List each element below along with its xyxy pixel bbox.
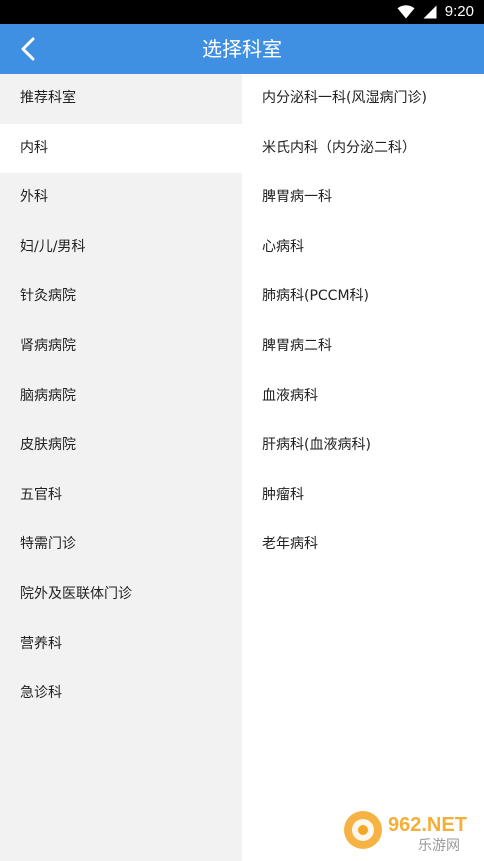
department-list: 内分泌科一科(风湿病门诊) 米氏内科（内分泌二科） 脾胃病一科 心病科 肺病科(PCCM… [242,74,484,861]
wifi-icon [397,5,415,19]
department-item[interactable]: 米氏内科（内分泌二科） [242,124,484,174]
watermark-logo: 962.NET 乐游网 [342,805,476,855]
status-icons: 9:20 [397,0,474,24]
status-bar: 9:20 [0,0,484,24]
department-item[interactable]: 肺病科(PCCM科) [242,272,484,322]
sidebar-item[interactable]: 五官科 [0,471,242,521]
content: 推荐科室 内科 外科 妇/儿/男科 针灸病院 肾病病院 脑病病院 皮肤病院 五官科 特需门诊 院外及… [0,74,484,861]
department-item[interactable]: 脾胃病一科 [242,173,484,223]
sidebar-item[interactable]: 外科 [0,173,242,223]
sidebar-item[interactable]: 推荐科室 [0,74,242,124]
department-item[interactable]: 老年病科 [242,520,484,570]
sidebar-item[interactable]: 营养科 [0,620,242,670]
sidebar-item[interactable]: 皮肤病院 [0,421,242,471]
sidebar-item[interactable]: 肾病病院 [0,322,242,372]
app-bar: 选择科室 [0,24,484,74]
sidebar-item[interactable]: 针灸病院 [0,272,242,322]
sidebar-item[interactable]: 脑病病院 [0,372,242,422]
department-item[interactable]: 内分泌科一科(风湿病门诊) [242,74,484,124]
department-item[interactable]: 脾胃病二科 [242,322,484,372]
chevron-left-icon [20,37,36,61]
page-title: 选择科室 [202,37,282,61]
back-button[interactable] [6,24,50,74]
sidebar-item[interactable]: 急诊科 [0,669,242,719]
sidebar-item[interactable]: 特需门诊 [0,520,242,570]
signal-icon [423,5,437,19]
status-time: 9:20 [444,3,474,20]
sidebar-item[interactable]: 院外及医联体门诊 [0,570,242,620]
department-item[interactable]: 肝病科(血液病科) [242,421,484,471]
watermark-brand: 962.NET [388,814,467,836]
category-sidebar: 推荐科室 内科 外科 妇/儿/男科 针灸病院 肾病病院 脑病病院 皮肤病院 五官科 特需门诊 院外及… [0,74,242,861]
department-item[interactable]: 心病科 [242,223,484,273]
department-item[interactable]: 肿瘤科 [242,471,484,521]
sidebar-item[interactable]: 内科 [0,123,242,174]
department-item[interactable]: 血液病科 [242,372,484,422]
watermark-subtitle: 乐游网 [418,838,460,854]
sidebar-item[interactable]: 妇/儿/男科 [0,223,242,273]
